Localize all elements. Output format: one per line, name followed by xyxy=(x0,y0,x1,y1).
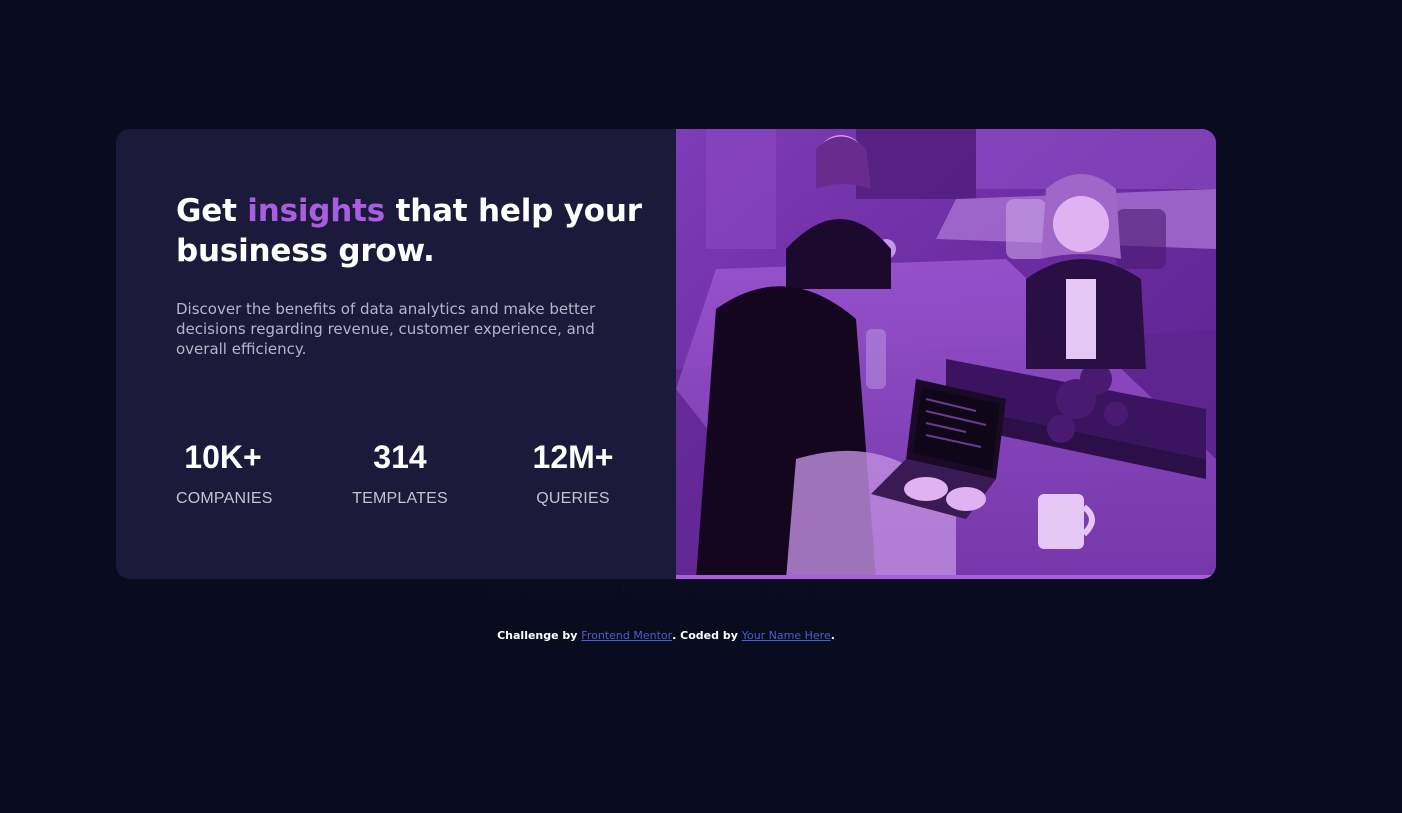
attribution-suffix: . xyxy=(830,629,835,642)
stat-label: QUERIES xyxy=(536,490,610,507)
heading-text-before: Get xyxy=(176,193,248,229)
stat-value: 12M+ xyxy=(532,439,614,475)
stat-value: 10K+ xyxy=(184,439,262,475)
office-team-photo xyxy=(676,129,1216,579)
stat-label: COMPANIES xyxy=(176,490,273,507)
stat-templates: 314 TEMPLATES xyxy=(350,437,450,509)
attribution-prefix: Challenge by xyxy=(497,629,582,642)
page: Get insights that help your business gro… xyxy=(0,0,1402,813)
heading-accent-word: insights xyxy=(247,193,385,229)
card-content: Get insights that help your business gro… xyxy=(116,129,676,579)
attribution-middle: . Coded by xyxy=(672,629,742,642)
card-description: Discover the benefits of data analytics … xyxy=(176,300,596,358)
hidden-caption: Get insights that help your business gro… xyxy=(491,581,841,599)
stat-companies: 10K+ COMPANIES xyxy=(176,437,273,509)
stat-value: 314 xyxy=(373,439,427,475)
stats-preview-card: Get insights that help your business gro… xyxy=(116,129,1216,579)
attribution: Challenge by Frontend Mentor. Coded by Y… xyxy=(0,628,1332,644)
stat-label: TEMPLATES xyxy=(352,490,448,507)
stat-queries: 12M+ QUERIES xyxy=(528,437,618,509)
card-heading: Get insights that help your business gro… xyxy=(176,191,646,271)
author-link[interactable]: Your Name Here xyxy=(742,629,831,642)
photo-illustration xyxy=(676,129,1216,579)
frontend-mentor-link[interactable]: Frontend Mentor xyxy=(581,629,672,642)
